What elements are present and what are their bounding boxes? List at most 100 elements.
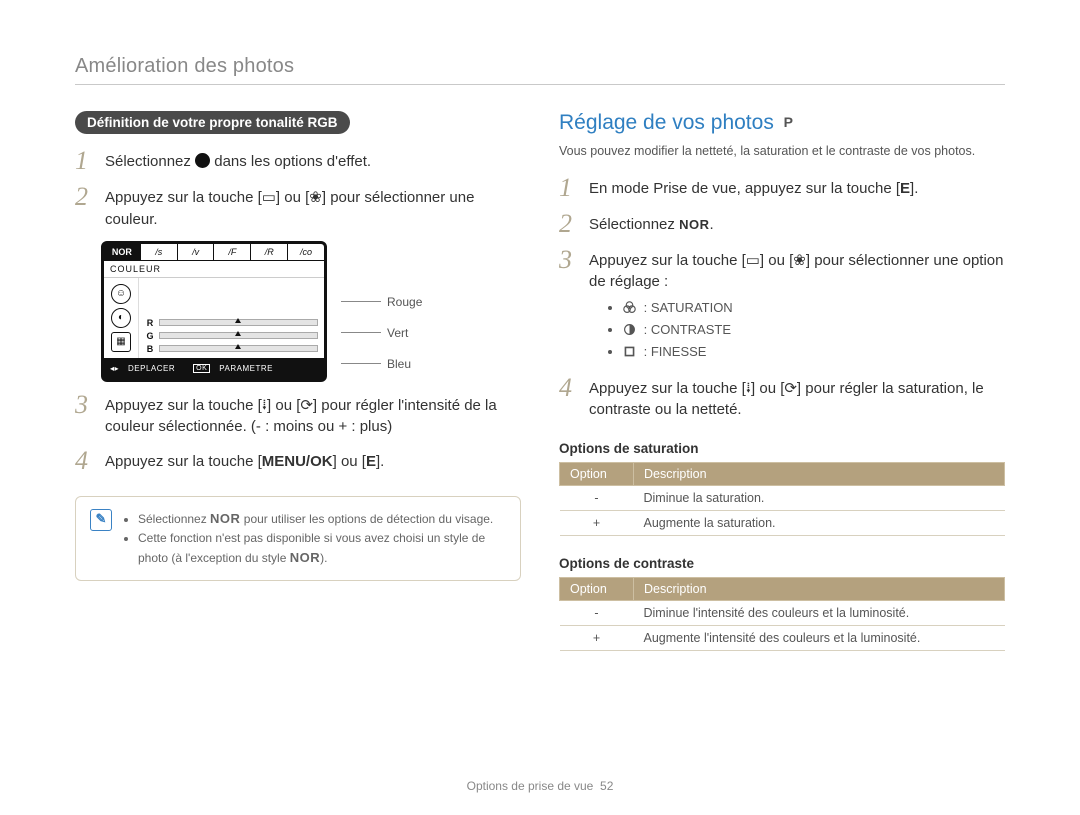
step-1: 1 Sélectionnez dans les options d'effet.	[75, 148, 521, 174]
lcd-body: ☺ ◐ ▦ R G B	[104, 278, 324, 358]
text-fragment: En mode Prise de vue, appuyez sur la tou…	[589, 180, 900, 197]
step-4: 4 Appuyez sur la touche [MENU/OK] ou [E]…	[75, 448, 521, 474]
step-1: 1 En mode Prise de vue, appuyez sur la t…	[559, 175, 1005, 201]
bullet-finesse: : FINESSE	[623, 343, 1005, 362]
footer-section: Options de prise de vue	[467, 779, 594, 793]
step-text: Sélectionnez dans les options d'effet.	[105, 148, 371, 174]
table-header-row: Option Description	[560, 578, 1005, 601]
rgb-bar	[159, 332, 318, 339]
td-description: Augmente l'intensité des couleurs et la …	[634, 626, 1005, 651]
page: Amélioration des photos Définition de vo…	[0, 0, 1080, 815]
rgb-bar	[159, 319, 318, 326]
key-menu-ok: MENU/OK	[262, 453, 333, 470]
rgb-bar	[159, 345, 318, 352]
rgb-row-r: R	[145, 318, 318, 328]
lcd-illustration-wrap: NOR /s /v /F /R /co COULEUR ☺ ◐ ▦	[101, 241, 521, 382]
bullet-label: SATURATION	[651, 300, 733, 315]
step-number: 1	[559, 175, 579, 201]
rgb-legend: Rouge Vert Bleu	[341, 241, 422, 371]
lcd-footer: ◂▸ DEPLACER OK PARAMETRE	[104, 358, 324, 379]
text-fragment: ].	[910, 180, 918, 197]
step-number: 1	[75, 148, 95, 174]
steps-left: 1 Sélectionnez dans les options d'effet.…	[75, 148, 521, 231]
sharpness-icon	[623, 345, 636, 358]
steps-right: 1 En mode Prise de vue, appuyez sur la t…	[559, 175, 1005, 422]
lcd-foot-set: OK PARAMETRE	[187, 358, 285, 379]
rgb-row-b: B	[145, 344, 318, 354]
text-fragment: ).	[320, 551, 327, 565]
section-heading-reglage: Réglage de vos photos P	[559, 111, 1005, 135]
key-e: E	[900, 180, 910, 197]
text-fragment: Sélectionnez	[589, 216, 679, 233]
legend-row: Rouge	[341, 295, 422, 309]
lcd-label-couleur: COULEUR	[104, 261, 324, 278]
header-rule	[75, 84, 1005, 85]
step-number: 4	[75, 448, 95, 474]
text-fragment: .	[709, 216, 713, 233]
lcd-tab-nor: NOR	[104, 244, 141, 260]
text-fragment: Appuyez sur la touche [	[105, 453, 262, 470]
td-option: +	[560, 626, 634, 651]
table-header-row: Option Description	[560, 463, 1005, 486]
td-description: Augmente la saturation.	[634, 511, 1005, 536]
step-4: 4 Appuyez sur la touche [⭭] ou [⟳] pour …	[559, 375, 1005, 422]
legend-bleu: Bleu	[387, 357, 411, 371]
lcd-tab-icon: /F	[214, 244, 251, 260]
th-option: Option	[560, 578, 634, 601]
table-row: -Diminue l'intensité des couleurs et la …	[560, 601, 1005, 626]
rgb-label-b: B	[145, 344, 155, 354]
lcd-foot-move: ◂▸ DEPLACER	[104, 358, 187, 379]
footer-page-number: 52	[600, 779, 613, 793]
text-fragment: PARAMETRE	[213, 361, 279, 376]
bullet-label: FINESSE	[651, 344, 707, 359]
heading-text: Réglage de vos photos	[559, 111, 774, 134]
text-fragment: Sélectionnez	[105, 153, 195, 170]
step-number: 3	[75, 392, 95, 439]
table-contraste: Option Description -Diminue l'intensité …	[559, 577, 1005, 651]
step-number: 2	[75, 184, 95, 231]
section-pill-rgb: Définition de votre propre tonalité RGB	[75, 111, 350, 134]
note-list: Sélectionnez NOR pour utiliser les optio…	[124, 509, 506, 568]
rgb-label-r: R	[145, 318, 155, 328]
two-column-layout: Définition de votre propre tonalité RGB …	[75, 111, 1005, 651]
text-fragment: ].	[376, 453, 384, 470]
step-text: Sélectionnez NOR.	[589, 211, 714, 237]
page-footer: Options de prise de vue 52	[0, 779, 1080, 793]
steps-left-cont: 3 Appuyez sur la touche [⭭] ou [⟳] pour …	[75, 392, 521, 475]
step-number: 2	[559, 211, 579, 237]
lcd-screen: NOR /s /v /F /R /co COULEUR ☺ ◐ ▦	[101, 241, 327, 382]
bullet-saturation: : SATURATION	[623, 299, 1005, 318]
step-number: 3	[559, 247, 579, 365]
adjust-options-list: : SATURATION : CONTRASTE : FINESSE	[589, 299, 1005, 362]
step-text: Appuyez sur la touche [⭭] ou [⟳] pour ré…	[589, 375, 1005, 422]
nor-label: NOR	[290, 550, 320, 565]
step-3: 3 Appuyez sur la touche [⭭] ou [⟳] pour …	[75, 392, 521, 439]
page-header-title: Amélioration des photos	[75, 55, 1005, 78]
th-option: Option	[560, 463, 634, 486]
nor-label: NOR	[210, 511, 240, 526]
table-title-saturation: Options de saturation	[559, 441, 1005, 456]
left-column: Définition de votre propre tonalité RGB …	[75, 111, 521, 651]
step-text: Appuyez sur la touche [MENU/OK] ou [E].	[105, 448, 384, 474]
note-item: Cette fonction n'est pas disponible si v…	[138, 529, 506, 568]
td-description: Diminue la saturation.	[634, 486, 1005, 511]
legend-vert: Vert	[387, 326, 408, 340]
step-2: 2 Sélectionnez NOR.	[559, 211, 1005, 237]
text-fragment: pour utiliser les options de détection d…	[240, 512, 493, 526]
mode-badge-p: P	[784, 114, 793, 130]
th-description: Description	[634, 463, 1005, 486]
lcd-left-icons: ☺ ◐ ▦	[104, 278, 139, 358]
text-fragment: Appuyez sur la touche [▭] ou [❀] pour sé…	[589, 252, 1004, 291]
lcd-tabs: NOR /s /v /F /R /co	[104, 244, 324, 261]
table-row: +Augmente l'intensité des couleurs et la…	[560, 626, 1005, 651]
step-number: 4	[559, 375, 579, 422]
table-title-contraste: Options de contraste	[559, 556, 1005, 571]
td-option: -	[560, 601, 634, 626]
key-e: E	[366, 453, 376, 470]
text-fragment: dans les options d'effet.	[210, 153, 371, 170]
td-option: -	[560, 486, 634, 511]
step-text: Appuyez sur la touche [▭] ou [❀] pour sé…	[589, 247, 1005, 365]
sharpness-icon: ▦	[111, 332, 131, 352]
ok-icon: OK	[193, 364, 210, 373]
note-item: Sélectionnez NOR pour utiliser les optio…	[138, 509, 506, 529]
